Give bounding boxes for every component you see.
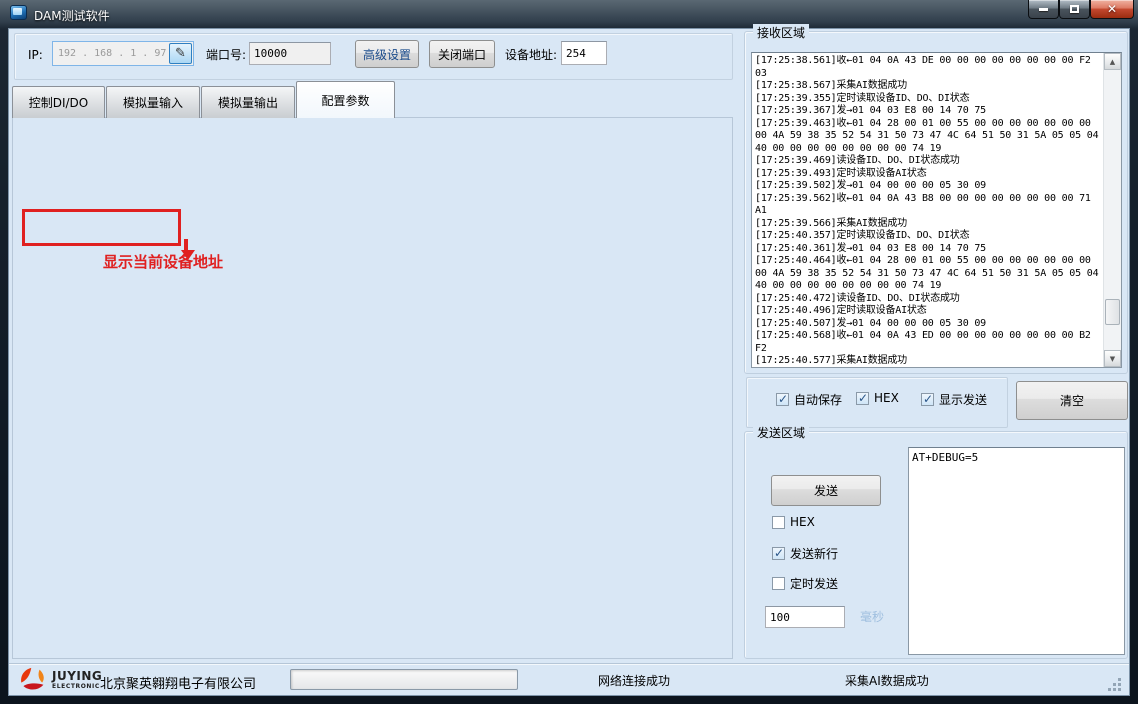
annotation-text: 显示当前设备地址 — [103, 251, 223, 272]
send-interval-input[interactable] — [765, 606, 845, 628]
send-button[interactable]: 发送 — [771, 475, 881, 506]
minimize-icon — [1039, 8, 1048, 11]
checkbox-label: 自动保存 — [794, 391, 842, 408]
network-status: 网络连接成功 — [598, 674, 670, 688]
checkbox-box — [772, 516, 785, 529]
clear-button[interactable]: 清空 — [1016, 381, 1128, 420]
ai-data-status: 采集AI数据成功 — [845, 674, 929, 688]
tab-label: 控制DI/DO — [29, 94, 89, 111]
ip-label: IP: — [28, 48, 43, 62]
checkbox-box — [772, 547, 785, 560]
receive-log-text: [17:25:38.561]收←01 04 0A 43 DE 00 00 00 … — [755, 55, 1101, 365]
group-title: 接收区域 — [753, 24, 809, 41]
checkbox-label: HEX — [790, 515, 815, 529]
annotation-arrow — [184, 239, 188, 250]
brand-subname: ELECTRONIC — [52, 683, 100, 690]
close-port-button[interactable]: 关闭端口 — [429, 40, 495, 68]
checkbox-label: 定时发送 — [790, 575, 838, 592]
resize-grip[interactable] — [1118, 678, 1121, 681]
juying-logo — [18, 667, 48, 693]
arrow-down-icon: ▼ — [1110, 355, 1115, 363]
maximize-button[interactable] — [1059, 0, 1090, 19]
group-title: 发送区域 — [753, 424, 809, 441]
close-icon: ✕ — [1107, 3, 1117, 15]
checkbox-box — [856, 392, 869, 405]
device-address-label: 设备地址: — [505, 48, 557, 62]
ip-input[interactable]: 192 . 168 . 1 . 97 — [53, 48, 169, 59]
checkbox-box — [772, 577, 785, 590]
tab-analog-output[interactable]: 模拟量输出 — [201, 86, 295, 118]
pencil-icon: ✎ — [175, 46, 186, 61]
ip-field-group: 192 . 168 . 1 . 97 ✎ — [52, 41, 194, 66]
tab-label: 模拟量输入 — [123, 94, 183, 111]
send-content-textarea[interactable]: AT+DEBUG=5 — [908, 447, 1125, 655]
title-bar: DAM测试软件 ✕ — [0, 0, 1138, 28]
app-icon — [10, 5, 27, 20]
milliseconds-label: 毫秒 — [860, 610, 884, 624]
company-name: 北京聚英翱翔电子有限公司 — [100, 673, 256, 692]
statusbar-divider — [9, 663, 1129, 664]
config-tab-page — [12, 117, 733, 659]
edit-ip-button[interactable]: ✎ — [169, 43, 192, 64]
show-send-checkbox[interactable]: 显示发送 — [921, 391, 987, 408]
arrow-up-icon: ▲ — [1110, 58, 1115, 66]
advanced-settings-button[interactable]: 高级设置 — [355, 40, 419, 68]
checkbox-box — [776, 393, 789, 406]
autosave-checkbox[interactable]: 自动保存 — [776, 391, 842, 408]
receive-log-box[interactable]: [17:25:38.561]收←01 04 0A 43 DE 00 00 00 … — [751, 52, 1122, 368]
window-title: DAM测试软件 — [34, 7, 110, 24]
tab-analog-input[interactable]: 模拟量输入 — [106, 86, 200, 118]
checkbox-label: 发送新行 — [790, 545, 838, 562]
checkbox-label: HEX — [874, 391, 899, 405]
minimize-button[interactable] — [1028, 0, 1059, 19]
device-address-input[interactable] — [561, 41, 607, 65]
send-hex-checkbox[interactable]: HEX — [772, 515, 815, 529]
port-input[interactable] — [249, 42, 331, 65]
maximize-icon — [1070, 5, 1079, 13]
tab-config-params[interactable]: 配置参数 — [296, 81, 395, 118]
hex-display-checkbox[interactable]: HEX — [856, 391, 899, 405]
brand-name: JUYING — [52, 670, 102, 682]
scroll-down-button[interactable]: ▼ — [1104, 350, 1121, 367]
checkbox-box — [921, 393, 934, 406]
progress-bar — [290, 669, 518, 690]
checkbox-label: 显示发送 — [939, 391, 987, 408]
receive-scrollbar[interactable]: ▲ ▼ — [1103, 53, 1121, 367]
timed-send-checkbox[interactable]: 定时发送 — [772, 575, 838, 592]
tab-label: 模拟量输出 — [218, 94, 278, 111]
tab-control-dido[interactable]: 控制DI/DO — [12, 86, 105, 118]
port-label: 端口号: — [206, 48, 246, 62]
scroll-up-button[interactable]: ▲ — [1104, 53, 1121, 70]
send-newline-checkbox[interactable]: 发送新行 — [772, 545, 838, 562]
close-button[interactable]: ✕ — [1090, 0, 1134, 19]
tab-label: 配置参数 — [321, 92, 369, 109]
scrollbar-thumb[interactable] — [1105, 299, 1120, 325]
